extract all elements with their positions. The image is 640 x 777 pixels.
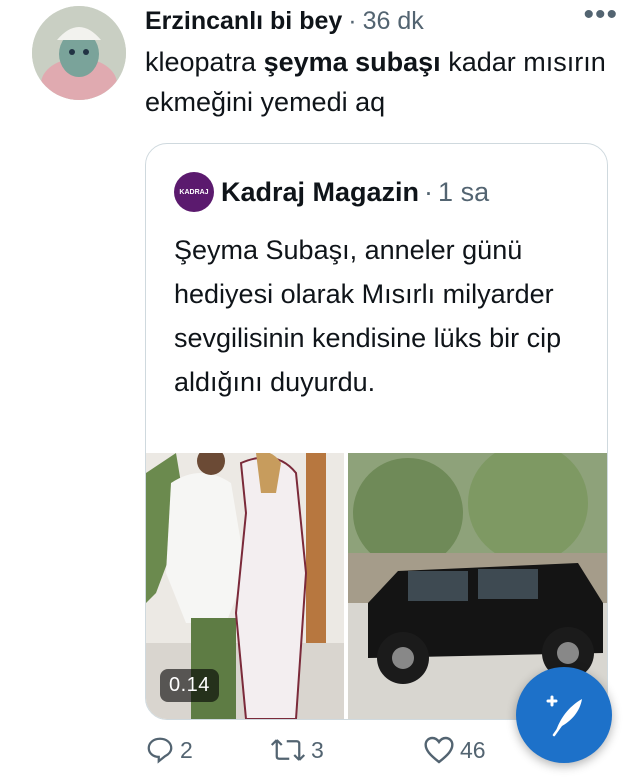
retweet-icon — [270, 739, 306, 761]
media-image-couple[interactable]: 0.14 — [146, 453, 344, 719]
like-count: 46 — [460, 736, 486, 763]
quote-author-name[interactable]: Kadraj Magazin — [221, 177, 419, 208]
quote-header: Kadraj Magazin · 1 sa — [221, 172, 489, 212]
reply-button[interactable]: 2 — [145, 735, 193, 765]
separator-dot: · — [348, 6, 357, 35]
tweet-time[interactable]: 36 dk — [363, 7, 424, 36]
compose-tweet-button[interactable] — [516, 667, 612, 763]
retweet-button[interactable]: 3 — [270, 735, 324, 765]
quoted-tweet[interactable]: KADRAJ Kadraj Magazin · 1 sa Şeyma Subaş… — [145, 143, 608, 720]
quote-time[interactable]: 1 sa — [438, 177, 489, 208]
author-name[interactable]: Erzincanlı bi bey — [145, 7, 342, 36]
compose-feather-icon — [546, 695, 582, 737]
tweet-text-bold: şeyma subaşı — [263, 47, 441, 77]
tweet-text-part1: kleopatra — [145, 47, 264, 77]
quote-text: Şeyma Subaşı, anneler günü hediyesi olar… — [174, 235, 562, 397]
quote-separator-dot: · — [424, 176, 434, 207]
more-options-icon[interactable]: ••• — [583, 0, 618, 30]
reply-count: 2 — [180, 736, 193, 763]
like-button[interactable]: 46 — [423, 735, 486, 765]
reply-icon — [147, 737, 173, 764]
retweet-count: 3 — [311, 736, 324, 763]
tweet-text: kleopatra şeyma subaşı kadar mısırın ekm… — [145, 42, 615, 122]
video-duration: 0.14 — [160, 669, 219, 702]
tweet-header: Erzincanlı bi bey · 36 dk — [145, 4, 620, 38]
quote-avatar[interactable]: KADRAJ — [174, 172, 214, 212]
author-avatar[interactable] — [32, 6, 126, 100]
heart-icon — [424, 736, 454, 764]
